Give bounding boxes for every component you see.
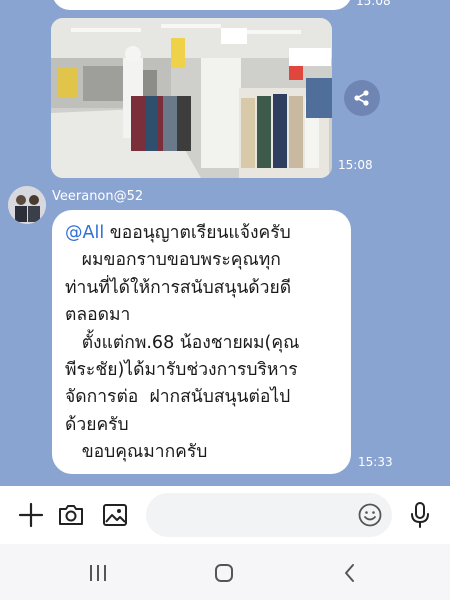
photo-message[interactable]	[51, 18, 332, 178]
add-button[interactable]	[16, 500, 46, 530]
home-button[interactable]	[211, 560, 237, 586]
camera-icon	[59, 505, 83, 525]
emoji-button[interactable]	[357, 502, 383, 528]
message-line: ผมขอกราบขอบพระคุณทุก	[65, 250, 281, 271]
recent-apps-icon	[90, 565, 106, 581]
message-text: ขออนุญาตเรียนแจ้งครับ	[104, 223, 291, 243]
previous-message-bubble[interactable]	[52, 0, 352, 10]
back-icon	[345, 564, 354, 582]
mention-all[interactable]: @All	[65, 223, 104, 243]
voice-button[interactable]	[405, 500, 435, 530]
chat-area[interactable]: 15:08 15:08 Veeranon@52 @All ขออนุญาตเรี…	[0, 0, 450, 486]
plus-icon	[18, 502, 44, 528]
share-icon	[354, 90, 369, 106]
smiley-icon	[358, 503, 382, 527]
message-line: จัดการต่อ ฝากสนับสนุนต่อไป	[65, 387, 291, 408]
message-line: พีระชัย)ได้มารับช่วงการบริหาร	[65, 359, 298, 380]
message-line: ขอบคุณมากครับ	[65, 442, 208, 463]
camera-button[interactable]	[56, 500, 86, 530]
home-icon	[215, 564, 233, 582]
message-time: 15:33	[358, 455, 393, 469]
previous-message-time: 15:08	[356, 0, 391, 8]
gallery-button[interactable]	[100, 500, 130, 530]
back-button[interactable]	[337, 560, 363, 586]
sender-name: Veeranon@52	[52, 189, 144, 204]
system-navigation-bar	[0, 544, 450, 600]
photo-message-time: 15:08	[338, 158, 373, 172]
image-icon	[103, 504, 127, 526]
message-line: ตั้งแต่กพ.68 น้องชายผม(คุณ	[65, 332, 300, 353]
microphone-icon	[411, 502, 429, 528]
avatar-image	[8, 186, 46, 224]
message-line: ตลอดมา	[65, 305, 131, 326]
share-button[interactable]	[344, 80, 380, 116]
message-line: ท่านที่ได้ให้การสนับสนุนด้วยดี	[65, 277, 292, 298]
message-line: ด้วยครับ	[65, 414, 129, 435]
recent-apps-button[interactable]	[85, 560, 111, 586]
message-bubble[interactable]: @All ขออนุญาตเรียนแจ้งครับ ผมขอกราบขอบพร…	[52, 210, 351, 474]
message-input-bar	[0, 486, 450, 544]
message-line: @All ขออนุญาตเรียนแจ้งครับ	[65, 220, 339, 247]
store-photo	[51, 18, 332, 178]
message-input[interactable]	[146, 493, 392, 537]
sender-avatar[interactable]	[8, 186, 46, 224]
